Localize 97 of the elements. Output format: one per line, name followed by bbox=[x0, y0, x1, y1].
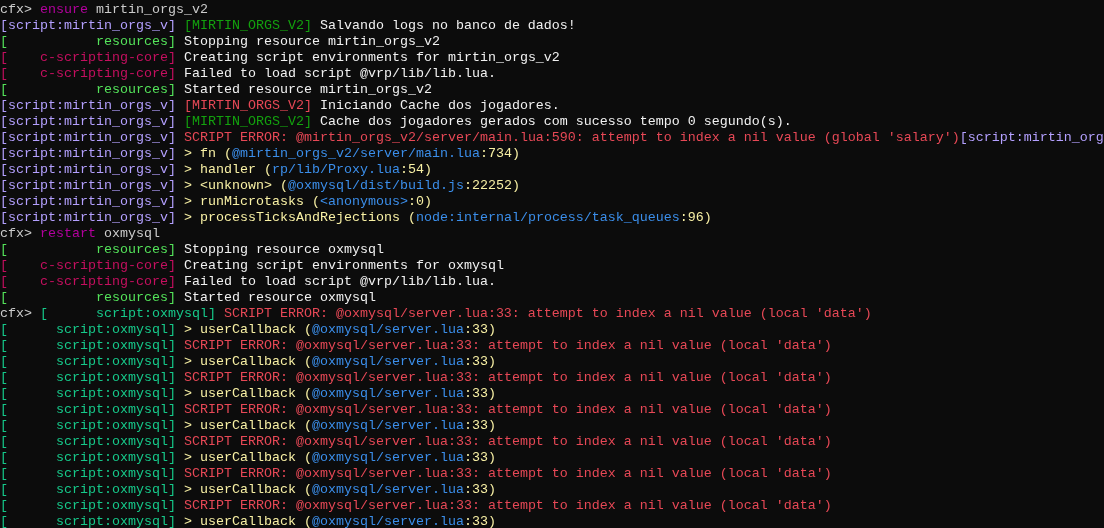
console-text: oxmysql bbox=[103, 226, 160, 241]
console-text: :734) bbox=[479, 146, 520, 161]
console-text: > userCallback ( bbox=[183, 418, 312, 433]
console-text: [ script:oxmysql] bbox=[40, 306, 216, 321]
console-text: > userCallback ( bbox=[183, 482, 312, 497]
console-text: [ script:oxmysql] bbox=[0, 434, 176, 449]
console-text: [script:mirtin_orgs_v] bbox=[0, 114, 176, 129]
console-text: Stopping resource mirtin_orgs_v2 bbox=[183, 34, 440, 49]
console-text: [script:mirtin_orgs_v] bbox=[0, 210, 176, 225]
console-text: [ resources] bbox=[0, 82, 176, 97]
console-text: [MIRTIN_ORGS_V2] bbox=[183, 98, 312, 113]
console-text: SCRIPT ERROR: @oxmysql/server.lua:33: attempt to index a nil value (local 'data') bbox=[183, 466, 832, 481]
console-text: [script:mirtin_orgs_v] bbox=[0, 18, 176, 33]
console-text: :33) bbox=[463, 386, 496, 401]
console-text: :54) bbox=[399, 162, 432, 177]
console-text: [script:mirtin_orgs_v] bbox=[0, 162, 176, 177]
console-text: > userCallback ( bbox=[183, 386, 312, 401]
console-text: [ script:oxmysql] bbox=[0, 482, 176, 497]
console-text: <anonymous> bbox=[319, 194, 408, 209]
console-text: :33) bbox=[463, 322, 496, 337]
console-text: @oxmysql/server.lua bbox=[311, 482, 464, 497]
console-text: > userCallback ( bbox=[183, 322, 312, 337]
console-text: [script:mirtin_orgs_v] bbox=[0, 194, 176, 209]
console-text: [script:mirtin_orgs_v] bbox=[0, 130, 176, 145]
console-text: cfx> bbox=[0, 226, 32, 241]
console-text: SCRIPT ERROR: @oxmysql/server.lua:33: attempt to index a nil value (local 'data') bbox=[183, 338, 832, 353]
console-text: Salvando logs no banco de dados! bbox=[319, 18, 576, 33]
console-text: > processTicksAndRejections ( bbox=[183, 210, 416, 225]
console-text: @oxmysql/server.lua bbox=[311, 386, 464, 401]
console-text: [script:mirtin_org bbox=[959, 130, 1104, 145]
console-text: [script:mirtin_orgs_v] bbox=[0, 178, 176, 193]
console-text: [ script:oxmysql] bbox=[0, 514, 176, 528]
console-text: node:internal/process/task_queues bbox=[415, 210, 680, 225]
console-text: [ script:oxmysql] bbox=[0, 370, 176, 385]
console-text: cfx> bbox=[0, 2, 32, 17]
console-text: Creating script environments for mirtin_orgs_v2 bbox=[183, 50, 560, 65]
console-text: [ script:oxmysql] bbox=[0, 402, 176, 417]
console-text: SCRIPT ERROR: @oxmysql/server.lua:33: attempt to index a nil value (local 'data') bbox=[183, 434, 832, 449]
console-text: [MIRTIN_ORGS_V2] bbox=[183, 114, 312, 129]
console-text: [ resources] bbox=[0, 34, 176, 49]
console-text: > userCallback ( bbox=[183, 354, 312, 369]
console-text: @oxmysql/server.lua bbox=[311, 514, 464, 528]
console-text: @oxmysql/dist/build.js bbox=[287, 178, 464, 193]
console-text: Stopping resource oxmysql bbox=[183, 242, 384, 257]
console-text: [ c-scripting-core] bbox=[0, 274, 176, 289]
console-text: [ c-scripting-core] bbox=[0, 50, 176, 65]
console-text: rp/lib/Proxy.lua bbox=[271, 162, 400, 177]
console-text: @oxmysql/server.lua bbox=[311, 322, 464, 337]
console-text: [ c-scripting-core] bbox=[0, 66, 176, 81]
console-text: :33) bbox=[463, 514, 496, 528]
console-text: > runMicrotasks ( bbox=[183, 194, 320, 209]
console-text: [ script:oxmysql] bbox=[0, 418, 176, 433]
console-text: [script:mirtin_orgs_v] bbox=[0, 146, 176, 161]
console-text: [ script:oxmysql] bbox=[0, 322, 176, 337]
console-text: SCRIPT ERROR: @mirtin_orgs_v2/server/main.lua:590: attempt to index a nil value (global 'salary') bbox=[183, 130, 960, 145]
console-text: :96) bbox=[679, 210, 712, 225]
console-text: [ c-scripting-core] bbox=[0, 258, 176, 273]
console-text: Cache dos jogadores gerados com sucesso tempo 0 segundo(s). bbox=[319, 114, 792, 129]
console-text: > userCallback ( bbox=[183, 514, 312, 528]
console-text: [script:mirtin_orgs_v] bbox=[0, 98, 176, 113]
console-text: [MIRTIN_ORGS_V2] bbox=[183, 18, 312, 33]
console-text: [ script:oxmysql] bbox=[0, 386, 176, 401]
console-text: > handler ( bbox=[183, 162, 272, 177]
console-text: [ script:oxmysql] bbox=[0, 354, 176, 369]
console-text: :33) bbox=[463, 354, 496, 369]
console-text: ensure bbox=[40, 2, 88, 17]
console-text: SCRIPT ERROR: @oxmysql/server.lua:33: attempt to index a nil value (local 'data') bbox=[183, 402, 832, 417]
console-text: @mirtin_orgs_v2/server/main.lua bbox=[231, 146, 480, 161]
console-text: [ resources] bbox=[0, 242, 176, 257]
console-text: :33) bbox=[463, 482, 496, 497]
console-text: [ script:oxmysql] bbox=[0, 466, 176, 481]
console-text: SCRIPT ERROR: @oxmysql/server.lua:33: attempt to index a nil value (local 'data') bbox=[183, 370, 832, 385]
console-text: @oxmysql/server.lua bbox=[311, 418, 464, 433]
console-text: @oxmysql/server.lua bbox=[311, 450, 464, 465]
console-text: > userCallback ( bbox=[183, 450, 312, 465]
console-text: [ script:oxmysql] bbox=[0, 338, 176, 353]
console-text: [ script:oxmysql] bbox=[0, 450, 176, 465]
console-text: :22252) bbox=[463, 178, 520, 193]
console-text: :33) bbox=[463, 450, 496, 465]
console-text: SCRIPT ERROR: @oxmysql/server.lua:33: attempt to index a nil value (local 'data') bbox=[223, 306, 872, 321]
console-text: :33) bbox=[463, 418, 496, 433]
console-text: > fn ( bbox=[183, 146, 232, 161]
console-text: mirtin_orgs_v2 bbox=[95, 2, 208, 17]
console-text: Started resource mirtin_orgs_v2 bbox=[183, 82, 432, 97]
console-text: Creating script environments for oxmysql bbox=[183, 258, 504, 273]
console-text: > <unknown> ( bbox=[183, 178, 288, 193]
console-text: Failed to load script @vrp/lib/lib.lua. bbox=[183, 66, 496, 81]
console-text: :0) bbox=[407, 194, 432, 209]
console-text: @oxmysql/server.lua bbox=[311, 354, 464, 369]
console-text: [ script:oxmysql] bbox=[0, 498, 176, 513]
console-text: SCRIPT ERROR: @oxmysql/server.lua:33: attempt to index a nil value (local 'data') bbox=[183, 498, 832, 513]
console-text: restart bbox=[40, 226, 96, 241]
console-text: [ resources] bbox=[0, 290, 176, 305]
console-text: Iniciando Cache dos jogadores. bbox=[319, 98, 560, 113]
console-text: Failed to load script @vrp/lib/lib.lua. bbox=[183, 274, 496, 289]
console-text: cfx> bbox=[0, 306, 32, 321]
console-text: Started resource oxmysql bbox=[183, 290, 376, 305]
